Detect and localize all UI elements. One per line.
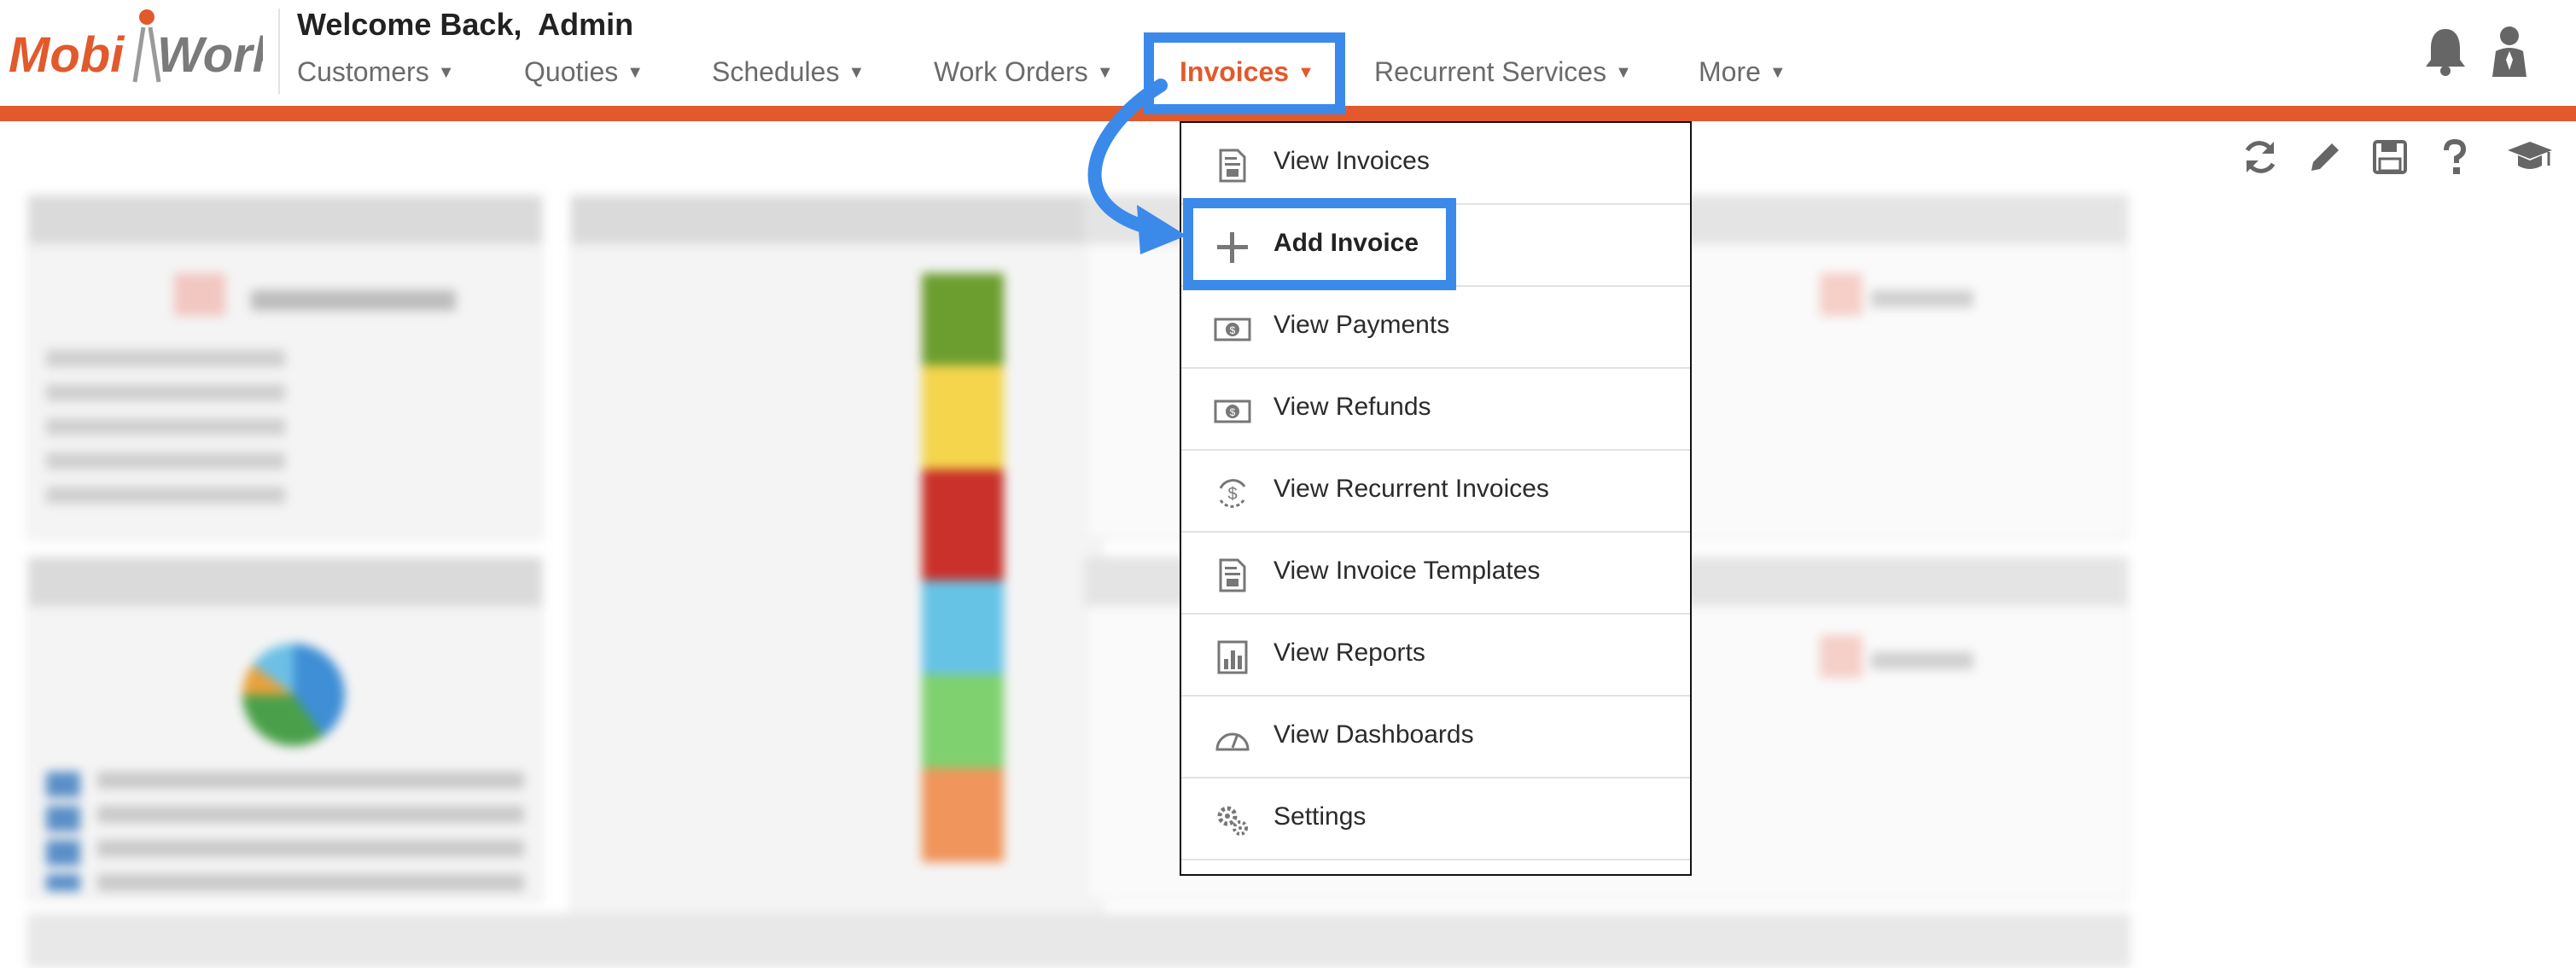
- menu-item-label: View Payments: [1273, 311, 1450, 339]
- caret-down-icon: ▼: [1615, 63, 1632, 82]
- dashboard-widget: [27, 557, 543, 901]
- annotation-arrow-icon: [1087, 79, 1186, 254]
- nav-more[interactable]: More ▼: [1699, 56, 1786, 88]
- header-divider: [278, 9, 280, 94]
- dashboard-widget: [27, 195, 543, 539]
- help-icon[interactable]: [2434, 137, 2475, 178]
- welcome-message: Welcome Back, Admin: [297, 7, 634, 42]
- menu-item-view-reports[interactable]: View Reports: [1181, 615, 1690, 697]
- mobiwork-logo: Mobi Work: [9, 9, 263, 83]
- svg-text:$: $: [1227, 485, 1237, 504]
- svg-text:$: $: [1230, 324, 1236, 336]
- gears-icon: [1217, 806, 1248, 836]
- caret-down-icon: ▼: [848, 63, 865, 82]
- nav-label: Recurrent Services: [1374, 56, 1607, 87]
- menu-item-label: Settings: [1273, 802, 1367, 831]
- graduation-cap-icon[interactable]: [2506, 137, 2554, 178]
- nav-recurrent-services[interactable]: Recurrent Services ▼: [1374, 56, 1632, 88]
- caret-down-icon: ▼: [627, 63, 644, 82]
- menu-item-label: View Refunds: [1273, 393, 1431, 421]
- svg-text:$: $: [1230, 406, 1236, 418]
- user-icon[interactable]: [2491, 26, 2528, 79]
- bar-chart-icon: [1217, 640, 1248, 674]
- menu-item-label: View Invoice Templates: [1273, 557, 1541, 585]
- money-icon: $: [1214, 318, 1251, 341]
- dashboard-widget: [27, 913, 2130, 968]
- menu-item-label: View Reports: [1273, 639, 1425, 667]
- menu-item-view-dashboards[interactable]: View Dashboards: [1181, 697, 1690, 778]
- nav-label: Schedules: [712, 56, 840, 87]
- svg-text:Mobi: Mobi: [9, 27, 125, 83]
- menu-item-label: View Dashboards: [1273, 720, 1474, 749]
- nav-label: Quoties: [524, 56, 619, 87]
- nav-label: More: [1699, 56, 1761, 87]
- nav-quotes[interactable]: Quoties ▼: [524, 56, 644, 88]
- gauge-icon: [1215, 732, 1250, 751]
- menu-item-view-refunds[interactable]: $ View Refunds: [1181, 369, 1690, 451]
- svg-text:Work: Work: [157, 27, 263, 83]
- recurrent-dollar-icon: $: [1219, 479, 1246, 508]
- menu-item-settings[interactable]: Settings: [1181, 778, 1690, 860]
- nav-label: Customers: [297, 56, 429, 87]
- menu-item-label: View Recurrent Invoices: [1273, 475, 1549, 503]
- caret-down-icon: ▼: [437, 63, 455, 82]
- save-icon[interactable]: [2369, 137, 2410, 178]
- nav-schedules[interactable]: Schedules ▼: [712, 56, 865, 88]
- invoice-doc-icon: [1219, 558, 1246, 592]
- nav-customers[interactable]: Customers ▼: [297, 56, 455, 88]
- caret-down-icon: ▼: [1769, 63, 1786, 82]
- refresh-icon[interactable]: [2240, 137, 2281, 178]
- money-icon: $: [1214, 399, 1251, 423]
- menu-item-label: View Invoices: [1273, 147, 1430, 175]
- dashboard-widget: [570, 195, 1103, 966]
- menu-item-view-invoices[interactable]: View Invoices: [1181, 123, 1690, 205]
- menu-item-view-payments[interactable]: $ View Payments: [1181, 287, 1690, 369]
- menu-item-view-invoice-templates[interactable]: View Invoice Templates: [1181, 533, 1690, 615]
- menu-item-view-recurrent-invoices[interactable]: $ View Recurrent Invoices: [1181, 451, 1690, 533]
- edit-icon[interactable]: [2305, 137, 2346, 178]
- bell-icon[interactable]: [2422, 26, 2468, 77]
